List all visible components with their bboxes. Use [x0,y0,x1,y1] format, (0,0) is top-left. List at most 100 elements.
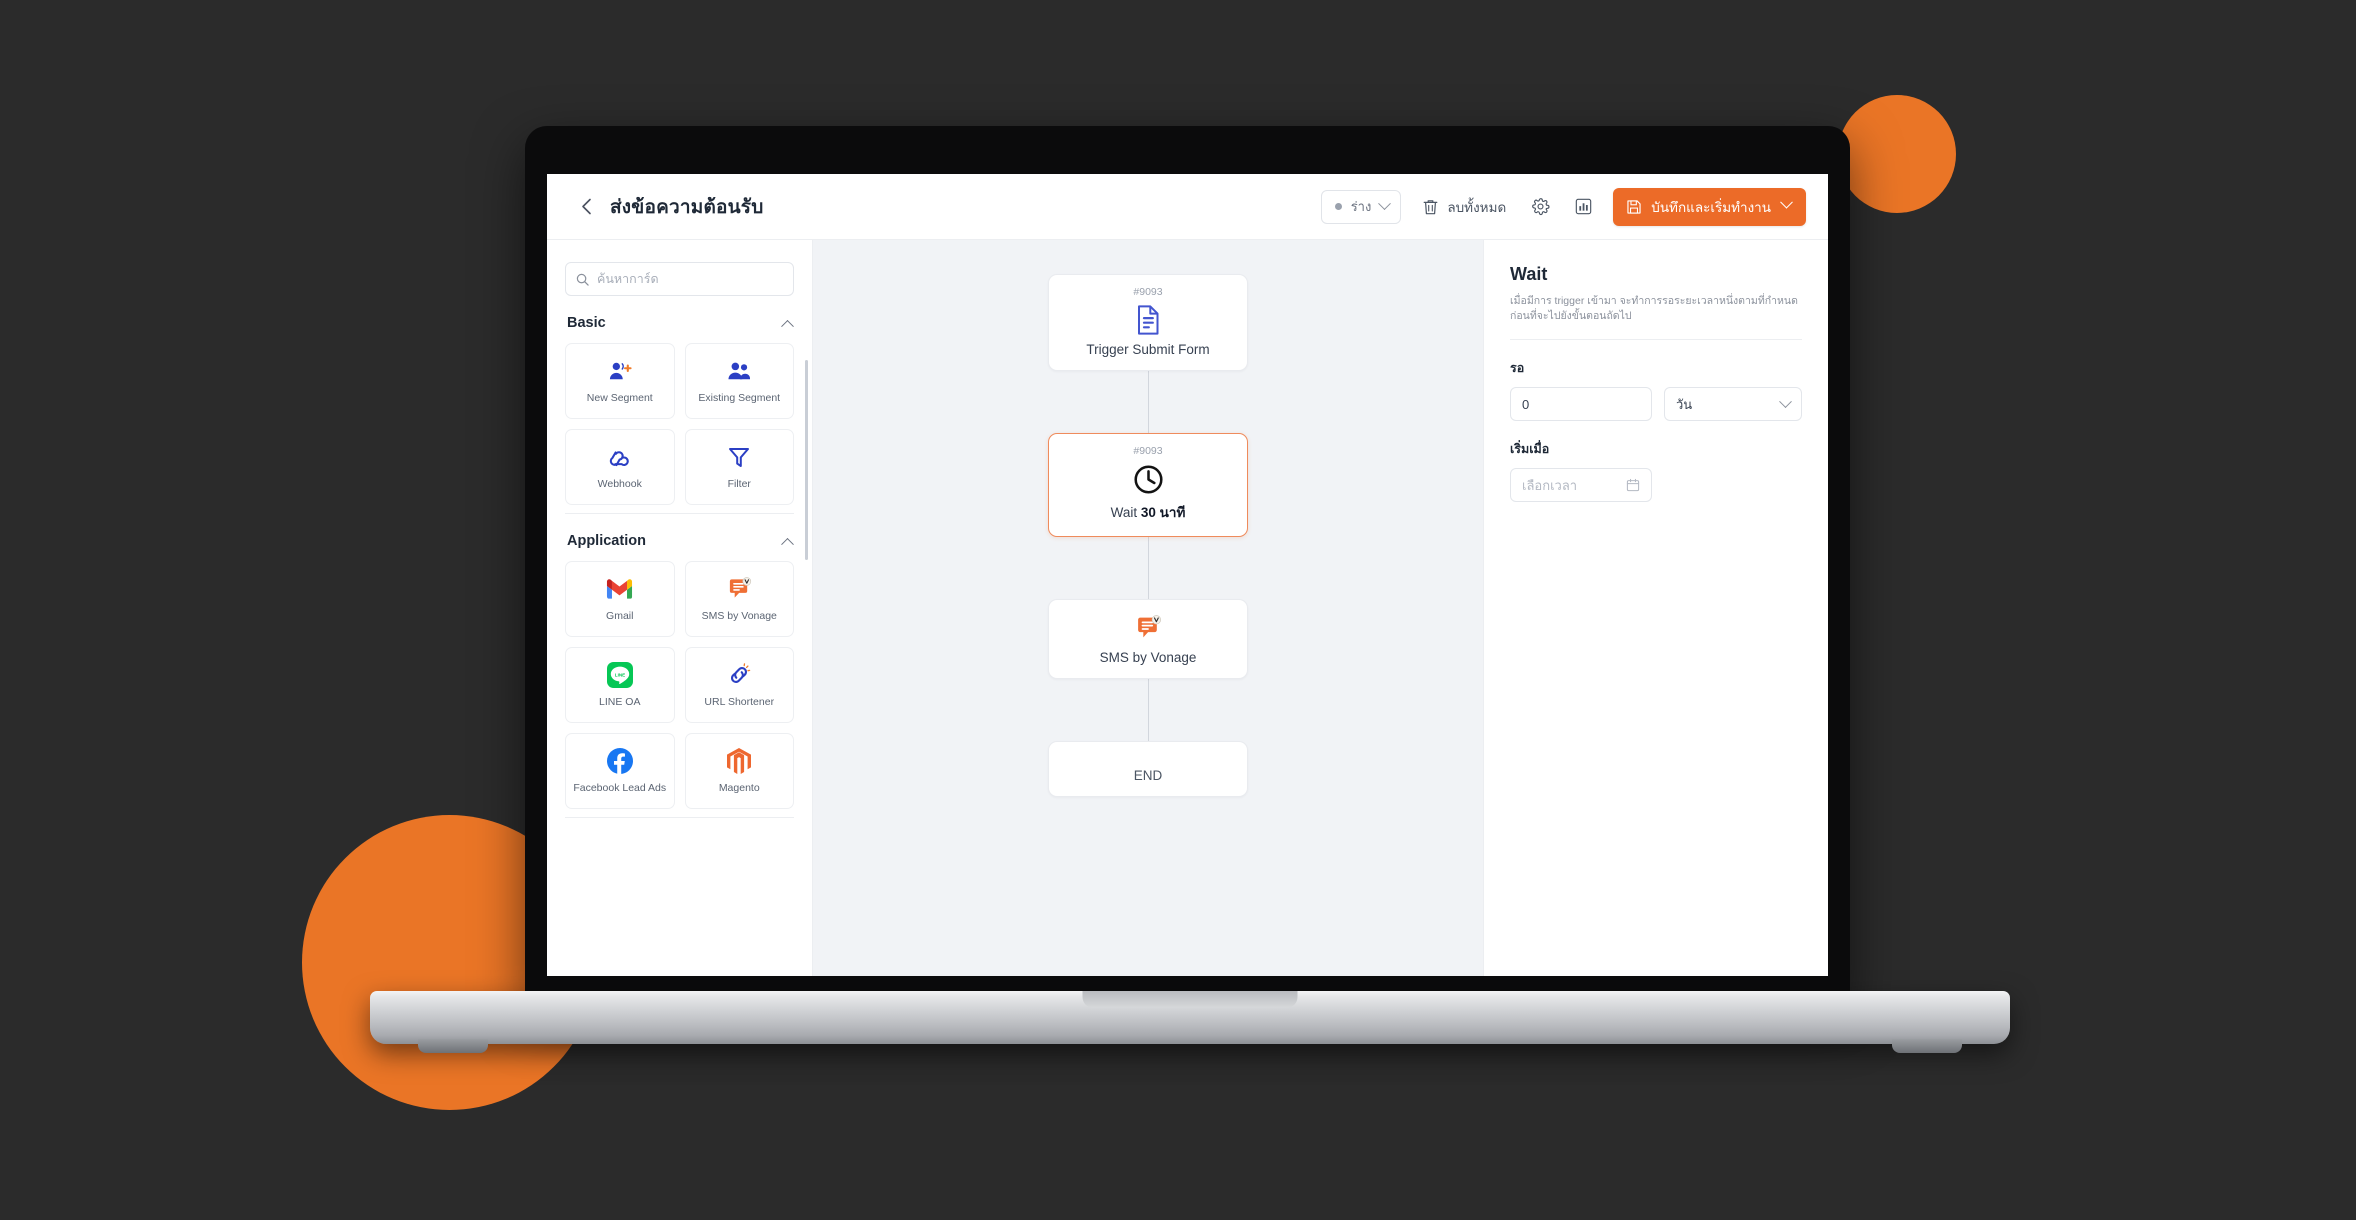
line-oa-icon: LINE [606,661,633,689]
node-title: Wait 30 นาที [1111,501,1186,523]
panel-description: เมื่อมีการ trigger เข้ามา จะทำการรอระยะเ… [1510,295,1798,323]
node-id: #9093 [1133,445,1163,457]
card-magento[interactable]: Magento [684,733,794,809]
node-title-prefix: Wait [1110,505,1141,520]
search-box[interactable] [565,262,794,296]
settings-button[interactable] [1527,193,1554,220]
panel-divider [1510,339,1802,341]
wait-duration-row: วัน [1510,387,1802,422]
card-facebook-lead-ads[interactable]: Facebook Lead Ads [565,733,675,809]
trash-icon [1422,198,1439,216]
node-title: Trigger Submit Form [1086,342,1210,357]
panel-title: Wait [1510,264,1548,284]
chevron-left-icon [581,198,591,215]
card-sms-by-vonage[interactable]: SMS by Vonage [684,561,794,637]
flow-node-sms-by-vonage[interactable]: SMS by Vonage [1048,599,1248,679]
save-and-start-button[interactable]: บันทึกและเริ่มทำงาน [1613,187,1806,226]
wait-duration-label: รอ [1510,361,1525,376]
section-header-application[interactable]: Application [565,514,794,561]
card-existing-segment[interactable]: Existing Segment [684,343,794,419]
url-shortener-icon [726,661,752,689]
calendar-icon[interactable] [1626,478,1640,492]
start-time-field[interactable] [1510,468,1652,503]
status-dot-icon [1334,203,1342,210]
laptop-lid: ส่งข้อความต้อนรับ ร่าง ลบทั้งหมด บันทึกแ… [525,126,1850,1004]
status-label: ร่าง [1350,199,1372,214]
facebook-icon [606,747,633,775]
chevron-up-icon[interactable] [781,319,794,333]
search-icon [576,273,589,286]
section-header-basic[interactable]: Basic [565,296,794,343]
filter-icon [727,443,751,471]
node-title-value: 30 นาที [1140,505,1186,520]
card-webhook[interactable]: Webhook [565,429,675,505]
sms-vonage-icon [1135,611,1162,645]
card-library-sidebar: Basic [547,240,813,976]
wait-unit-select[interactable]: วัน [1664,387,1802,422]
chevron-down-icon [1378,197,1392,211]
sidebar-scrollbar[interactable] [805,360,808,560]
wait-unit-value: วัน [1676,396,1693,412]
node-title: SMS by Vonage [1099,650,1197,665]
app-body: Basic [547,240,1828,976]
delete-all-label: ลบทั้งหมด [1447,199,1507,215]
flow-node-end[interactable]: END [1048,741,1248,797]
flow-node-trigger-submit-form[interactable]: #9093 Trigger Submit Form [1048,274,1248,371]
card-url-shortener[interactable]: URL Shortener [684,647,794,723]
screenshot-stage: ส่งข้อความต้อนรับ ร่าง ลบทั้งหมด บันทึกแ… [0,0,2356,1220]
wait-value-input[interactable] [1522,396,1640,412]
card-label: New Segment [586,392,653,405]
card-grid-basic: New Segment Existing Segment Webhook Fil… [565,343,794,505]
chevron-down-icon [1779,395,1792,408]
delete-all-button[interactable]: ลบทั้งหมด [1418,192,1510,222]
webhook-icon [606,443,633,471]
laptop-base [370,991,2010,1053]
card-label: Filter [727,478,751,491]
page-title: ส่งข้อความต้อนรับ [610,196,764,218]
sidebar-scroll-area: Basic [547,240,812,976]
flow-node-wait[interactable]: #9093 Wait 30 นาที [1048,433,1248,537]
search-input[interactable] [597,272,783,286]
chevron-up-icon[interactable] [781,537,794,551]
card-line-oa[interactable]: LINE LINE OA [565,647,675,723]
svg-text:LINE: LINE [615,673,625,678]
app-window: ส่งข้อความต้อนรับ ร่าง ลบทั้งหมด บันทึกแ… [547,174,1828,976]
clock-icon [1133,462,1164,496]
wait-value-field[interactable] [1510,387,1652,422]
new-segment-icon [607,357,633,385]
flow-connector [1147,371,1149,433]
top-toolbar: ส่งข้อความต้อนรับ ร่าง ลบทั้งหมด บันทึกแ… [547,174,1828,240]
back-button[interactable] [573,194,599,220]
gear-icon [1531,197,1550,216]
card-filter[interactable]: Filter [684,429,794,505]
node-title: END [1133,768,1163,783]
card-label: Gmail [606,610,634,623]
card-grid-application: Gmail SMS by Vonage LINE LINE OA URL Sho… [565,561,794,809]
laptop-foot-left [418,1039,488,1053]
report-button[interactable] [1571,194,1596,219]
status-dropdown[interactable]: ร่าง [1320,189,1402,224]
laptop-mockup: ส่งข้อความต้อนรับ ร่าง ลบทั้งหมด บันทึกแ… [370,126,2010,1053]
gmail-icon [606,575,633,603]
section-title: Basic [567,315,606,331]
card-label: LINE OA [599,696,641,709]
card-new-segment[interactable]: New Segment [565,343,675,419]
workflow-canvas[interactable]: #9093 Trigger Submit Form #9093 Wait 30 … [813,240,1483,976]
start-time-label: เริ่มเมื่อ [1510,442,1550,457]
flow-connector [1147,537,1149,599]
card-label: Magento [718,782,760,795]
toolbar-actions: ร่าง ลบทั้งหมด บันทึกและเริ่มทำงาน [1320,187,1806,226]
card-label: SMS by Vonage [701,610,777,623]
existing-segment-icon [725,357,753,385]
start-time-input[interactable] [1522,477,1626,493]
laptop-screen: ส่งข้อความต้อนรับ ร่าง ลบทั้งหมด บันทึกแ… [547,174,1828,976]
save-button-label: บันทึกและเริ่มทำงาน [1651,199,1771,215]
decorative-circle-top [1838,95,1956,213]
card-label: Facebook Lead Ads [573,782,667,795]
card-label: Existing Segment [698,392,781,405]
card-label: URL Shortener [704,696,775,709]
card-gmail[interactable]: Gmail [565,561,675,637]
chevron-down-icon[interactable] [1780,195,1793,209]
node-id: #9093 [1133,286,1163,298]
section-divider [565,817,794,818]
